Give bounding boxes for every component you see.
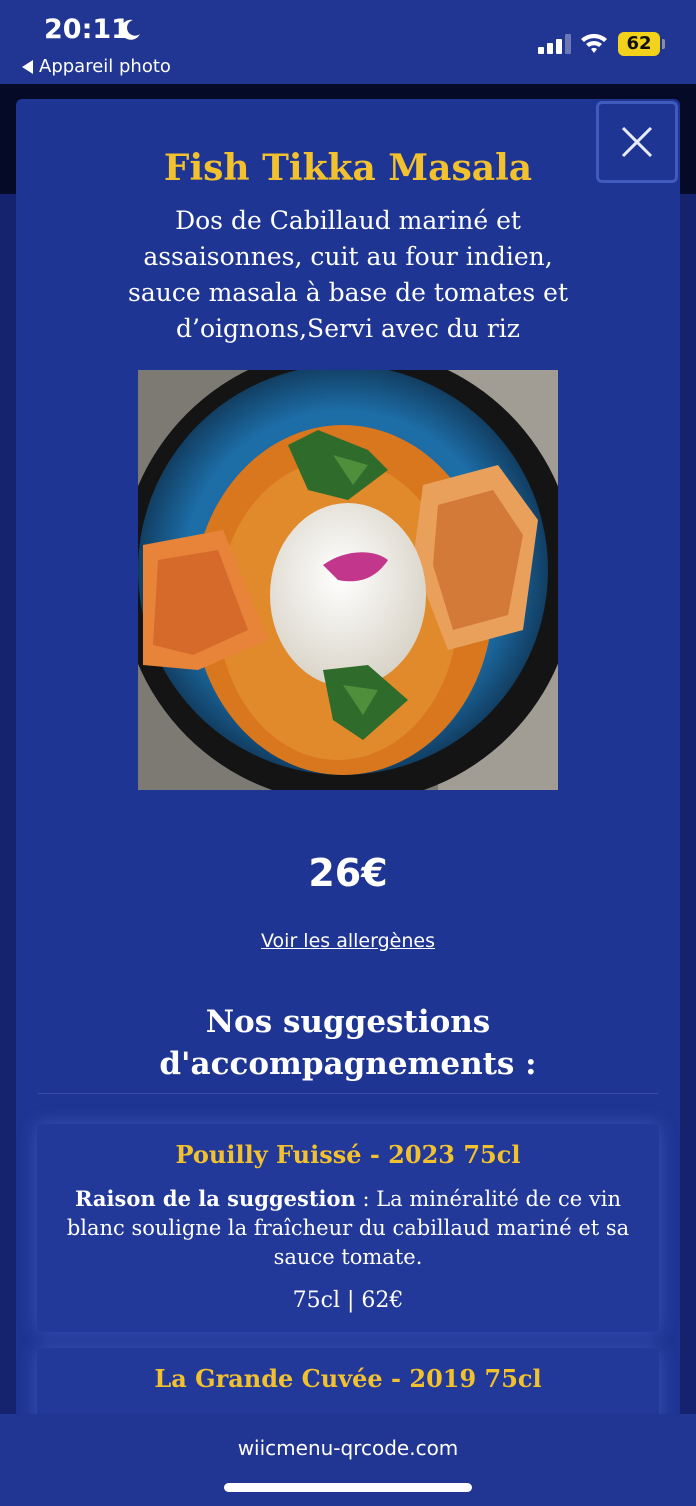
back-to-app-link[interactable]: Appareil photo	[22, 56, 171, 77]
wifi-icon	[581, 33, 607, 53]
dish-price: 26€	[308, 851, 388, 895]
browser-bottom-bar: wiicmenu-qrcode.com	[0, 1414, 696, 1506]
url-display[interactable]: wiicmenu-qrcode.com	[0, 1436, 696, 1460]
suggestion-title: La Grande Cuvée - 2019 75cl	[154, 1364, 542, 1393]
background-edge-left	[0, 194, 16, 1414]
home-indicator[interactable]	[224, 1483, 472, 1492]
dish-description: Dos de Cabillaud mariné et assaisonnes, …	[127, 206, 568, 343]
section-divider	[38, 1093, 658, 1094]
back-app-label: Appareil photo	[39, 56, 171, 77]
suggestion-card[interactable]: La Grande Cuvée - 2019 75cl	[37, 1348, 659, 1419]
suggestions-heading: Nos suggestions d'accompagnements :	[159, 1004, 537, 1082]
status-bar: 20:11 Appareil photo 62	[0, 0, 696, 84]
dish-photo	[138, 370, 558, 790]
signal-icon	[538, 34, 571, 54]
moon-icon	[120, 19, 140, 40]
suggestion-card[interactable]: Pouilly Fuissé - 2023 75cl Raison de la …	[37, 1124, 659, 1332]
dish-title: Fish Tikka Masala	[163, 147, 533, 189]
background-edge-right	[680, 194, 696, 1414]
back-arrow-icon	[22, 59, 33, 74]
battery-indicator: 62	[618, 32, 660, 56]
battery-tip	[662, 39, 665, 49]
dish-detail-modal: Fish Tikka Masala Dos de Cabillaud marin…	[16, 99, 680, 1419]
suggestion-reason-label: Raison de la suggestion	[75, 1186, 356, 1211]
suggestion-title: Pouilly Fuissé - 2023 75cl	[175, 1140, 521, 1169]
allergens-link[interactable]: Voir les allergènes	[16, 930, 680, 952]
suggestion-reason: Raison de la suggestion : La minéralité …	[43, 1184, 653, 1272]
suggestion-price: 75cl | 62€	[292, 1288, 404, 1313]
